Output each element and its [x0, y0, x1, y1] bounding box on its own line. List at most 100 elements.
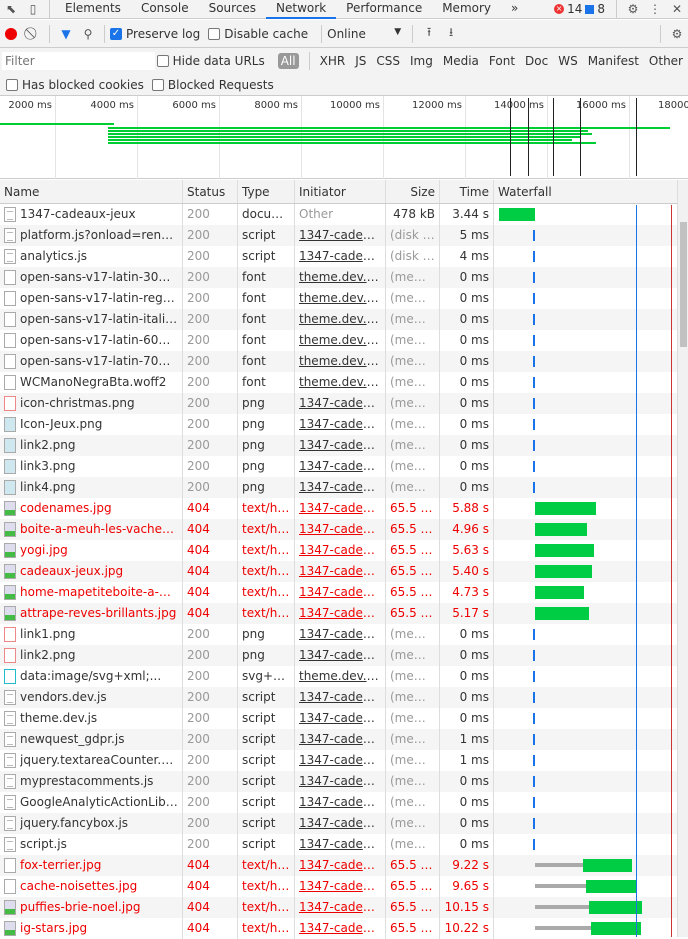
- initiator-cell[interactable]: 1347-cadeau...: [295, 771, 386, 792]
- settings-gear-icon[interactable]: ⚙: [622, 0, 644, 19]
- table-row[interactable]: icon-christmas.png 200 png 1347-cadeau..…: [0, 393, 677, 414]
- table-row[interactable]: platform.js?onload=renderB... 200 script…: [0, 225, 677, 246]
- table-row[interactable]: puffies-brie-noel.jpg 404 text/ht... 134…: [0, 897, 677, 918]
- tab-network[interactable]: Network: [266, 0, 337, 19]
- initiator-cell[interactable]: 1347-cadeau...: [295, 897, 386, 918]
- filter-type-css[interactable]: CSS: [376, 54, 400, 68]
- initiator-cell[interactable]: 1347-cadeau...: [295, 246, 386, 267]
- initiator-cell[interactable]: 1347-cadeau...: [295, 603, 386, 624]
- table-row[interactable]: home-mapetiteboite-a-den... 404 text/ht.…: [0, 582, 677, 603]
- throttling-select[interactable]: Online ▼: [327, 27, 407, 41]
- name-cell[interactable]: open-sans-v17-latin-600.w...: [0, 330, 183, 351]
- column-header-type[interactable]: Type: [238, 180, 295, 203]
- name-cell[interactable]: link1.png: [0, 624, 183, 645]
- table-row[interactable]: WCManoNegraBta.woff2 200 font theme.dev.…: [0, 372, 677, 393]
- name-cell[interactable]: open-sans-v17-latin-italic.w...: [0, 309, 183, 330]
- filter-type-all[interactable]: All: [277, 53, 299, 69]
- initiator-cell[interactable]: 1347-cadeau...: [295, 414, 386, 435]
- name-cell[interactable]: newquest_gdpr.js: [0, 729, 183, 750]
- search-icon[interactable]: ⚲: [77, 24, 99, 44]
- initiator-cell[interactable]: 1347-cadeau...: [295, 708, 386, 729]
- table-row[interactable]: GoogleAnalyticActionLib.js 200 script 13…: [0, 792, 677, 813]
- table-row[interactable]: open-sans-v17-latin-600.w... 200 font th…: [0, 330, 677, 351]
- filter-icon[interactable]: ▼: [55, 24, 77, 44]
- checkbox-checked[interactable]: ✓: [110, 27, 122, 40]
- table-row[interactable]: link4.png 200 png 1347-cadeau... (mem...…: [0, 477, 677, 498]
- initiator-cell[interactable]: theme.dev.cs...: [295, 288, 386, 309]
- initiator-cell[interactable]: 1347-cadeau...: [295, 645, 386, 666]
- timeline-overview[interactable]: 2000 ms 4000 ms 6000 ms 8000 ms 10000 ms 1200…: [0, 96, 688, 179]
- checkbox[interactable]: [208, 27, 221, 40]
- table-row[interactable]: open-sans-v17-latin-regula... 200 font t…: [0, 288, 677, 309]
- name-cell[interactable]: link3.png: [0, 456, 183, 477]
- name-cell[interactable]: GoogleAnalyticActionLib.js: [0, 792, 183, 813]
- initiator-cell[interactable]: 1347-cadeau...: [295, 876, 386, 897]
- more-options-icon[interactable]: ⋮: [644, 0, 666, 19]
- filter-type-img[interactable]: Img: [410, 54, 433, 68]
- column-header-name[interactable]: Name: [0, 180, 183, 203]
- initiator-cell[interactable]: theme.dev.cs...: [295, 372, 386, 393]
- filter-type-ws[interactable]: WS: [558, 54, 577, 68]
- column-header-initiator[interactable]: Initiator: [295, 180, 386, 203]
- preserve-log-checkbox[interactable]: ✓ Preserve log: [110, 27, 200, 41]
- name-cell[interactable]: cache-noisettes.jpg: [0, 876, 183, 897]
- table-row[interactable]: data:image/svg+xml;... 200 svg+xml theme…: [0, 666, 677, 687]
- inspect-element-icon[interactable]: ⬉: [0, 0, 22, 19]
- name-cell[interactable]: data:image/svg+xml;...: [0, 666, 183, 687]
- table-row[interactable]: myprestacomments.js 200 script 1347-cade…: [0, 771, 677, 792]
- table-row[interactable]: link1.png 200 png 1347-cadeau... (mem...…: [0, 624, 677, 645]
- column-header-time[interactable]: Time: [440, 180, 494, 203]
- initiator-cell[interactable]: 1347-cadeau...: [295, 519, 386, 540]
- initiator-cell[interactable]: 1347-cadeau...: [295, 540, 386, 561]
- table-row[interactable]: open-sans-v17-latin-300.w... 200 font th…: [0, 267, 677, 288]
- initiator-cell[interactable]: 1347-cadeau...: [295, 225, 386, 246]
- initiator-cell[interactable]: 1347-cadeau...: [295, 750, 386, 771]
- network-settings-gear-icon[interactable]: ⚙: [666, 24, 688, 44]
- table-row[interactable]: open-sans-v17-latin-700.w... 200 font th…: [0, 351, 677, 372]
- initiator-cell[interactable]: theme.dev.css: [295, 666, 386, 687]
- table-row[interactable]: link2.png 200 png 1347-cadeau... (mem...…: [0, 645, 677, 666]
- name-cell[interactable]: yogi.jpg: [0, 540, 183, 561]
- has-blocked-cookies-checkbox[interactable]: Has blocked cookies: [6, 78, 144, 92]
- table-row[interactable]: script.js 200 script 1347-cadeau... (mem…: [0, 834, 677, 855]
- blocked-requests-checkbox[interactable]: Blocked Requests: [151, 78, 274, 92]
- tab-elements[interactable]: Elements: [55, 0, 131, 19]
- name-cell[interactable]: ig-stars.jpg: [0, 918, 183, 939]
- name-cell[interactable]: fox-terrier.jpg: [0, 855, 183, 876]
- initiator-cell[interactable]: theme.dev.cs...: [295, 267, 386, 288]
- filter-type-js[interactable]: JS: [355, 54, 366, 68]
- filter-type-xhr[interactable]: XHR: [320, 54, 346, 68]
- initiator-cell[interactable]: theme.dev.cs...: [295, 309, 386, 330]
- import-har-icon[interactable]: ⭱: [418, 24, 440, 44]
- name-cell[interactable]: script.js: [0, 834, 183, 855]
- name-cell[interactable]: jquery.textareaCounter.plug...: [0, 750, 183, 771]
- tab-memory[interactable]: Memory: [432, 0, 501, 19]
- column-header-waterfall[interactable]: Waterfall: [494, 180, 677, 203]
- name-cell[interactable]: myprestacomments.js: [0, 771, 183, 792]
- initiator-cell[interactable]: 1347-cadeau...: [295, 561, 386, 582]
- initiator-cell[interactable]: 1347-cadeau...: [295, 834, 386, 855]
- table-row[interactable]: codenames.jpg 404 text/ht... 1347-cadeau…: [0, 498, 677, 519]
- initiator-cell[interactable]: theme.dev.cs...: [295, 330, 386, 351]
- name-cell[interactable]: link2.png: [0, 645, 183, 666]
- initiator-cell[interactable]: 1347-cadeau...: [295, 435, 386, 456]
- table-row[interactable]: cache-noisettes.jpg 404 text/ht... 1347-…: [0, 876, 677, 897]
- table-row[interactable]: ig-stars.jpg 404 text/ht... 1347-cadeau.…: [0, 918, 677, 939]
- filter-type-manifest[interactable]: Manifest: [588, 54, 639, 68]
- table-row[interactable]: link3.png 200 png 1347-cadeau... (mem...…: [0, 456, 677, 477]
- initiator-cell[interactable]: 1347-cadeau...: [295, 729, 386, 750]
- name-cell[interactable]: vendors.dev.js: [0, 687, 183, 708]
- name-cell[interactable]: attrape-reves-brillants.jpg: [0, 603, 183, 624]
- name-cell[interactable]: analytics.js: [0, 246, 183, 267]
- table-row[interactable]: attrape-reves-brillants.jpg 404 text/ht.…: [0, 603, 677, 624]
- table-row[interactable]: boite-a-meuh-les-vaches-d... 404 text/ht…: [0, 519, 677, 540]
- initiator-cell[interactable]: 1347-cadeau...: [295, 393, 386, 414]
- initiator-cell[interactable]: 1347-cadeau...: [295, 792, 386, 813]
- checkbox[interactable]: [151, 78, 164, 91]
- table-row[interactable]: link2.png 200 png 1347-cadeau... (mem...…: [0, 435, 677, 456]
- initiator-cell[interactable]: 1347-cadeau...: [295, 918, 386, 939]
- name-cell[interactable]: link4.png: [0, 477, 183, 498]
- table-row[interactable]: yogi.jpg 404 text/ht... 1347-cadeau... 6…: [0, 540, 677, 561]
- close-icon[interactable]: ✕: [666, 0, 688, 19]
- table-row[interactable]: 1347-cadeaux-jeux 200 docum... Other 478…: [0, 204, 677, 225]
